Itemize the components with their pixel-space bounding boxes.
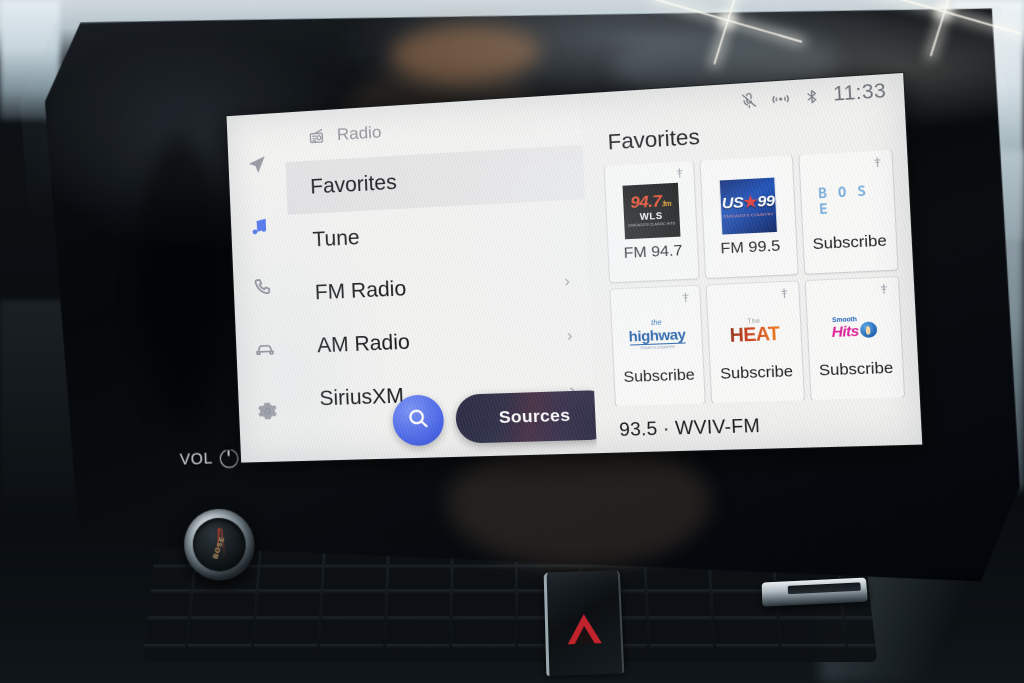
menu-item-label: Tune — [312, 225, 361, 251]
logo-fm-suffix: .fm — [661, 201, 672, 209]
infotainment-screen[interactable]: Radio Favorites Tune FM Radio › AM Radio… — [226, 72, 923, 463]
menu-item-label: FM Radio — [314, 276, 407, 304]
gear-icon — [256, 400, 279, 423]
pin-icon[interactable] — [870, 156, 884, 169]
power-icon[interactable] — [219, 448, 239, 469]
station-logo: 94.7.fm WLS CHICAGO'S CLASSIC HITS — [622, 182, 681, 240]
volume-text: VOL — [179, 450, 214, 468]
search-button[interactable] — [391, 394, 445, 447]
logo-tagline: TODAY'S COUNTRY — [639, 345, 676, 351]
radio-icon — [308, 126, 328, 146]
station-logo: B O S E — [817, 172, 877, 230]
sidebar-item-settings[interactable] — [252, 396, 283, 427]
pin-icon[interactable] — [877, 283, 891, 296]
sidebar-item-phone[interactable] — [247, 272, 278, 303]
bottom-dock: Sources — [391, 389, 616, 447]
tile-label: Subscribe — [719, 362, 794, 383]
sidebar-item-navigation[interactable] — [242, 149, 273, 180]
volume-label: VOL — [179, 448, 239, 469]
menu-list: Favorites Tune FM Radio › AM Radio › Sir… — [285, 144, 595, 426]
station-logo: US★99 CHICAGO'S COUNTRY — [718, 177, 778, 235]
car-icon — [254, 338, 277, 361]
sources-label: Sources — [498, 405, 571, 428]
phone-icon — [251, 276, 274, 299]
favorite-tile[interactable]: the highway TODAY'S COUNTRY Subscribe — [610, 285, 706, 407]
navigation-arrow-icon — [246, 153, 268, 176]
menu-item-label: AM Radio — [316, 330, 411, 357]
logo-heat-text: HEAT — [729, 323, 781, 346]
tile-label: FM 99.5 — [720, 237, 781, 258]
favorites-grid: 94.7.fm WLS CHICAGO'S CLASSIC HITS FM 94… — [584, 149, 920, 407]
chevron-right-icon: › — [566, 326, 573, 345]
screenshot-root: VOL BOSE Radio Favorites Tune FM Radio ›… — [0, 0, 1024, 683]
favorite-tile[interactable]: 94.7.fm WLS CHICAGO'S CLASSIC HITS FM 94… — [604, 161, 700, 283]
now-playing-label: 93.5 · WVIV-FM — [618, 414, 761, 440]
logo-frequency: 94.7 — [629, 193, 662, 213]
pin-icon[interactable] — [777, 287, 791, 300]
logo-us: US — [721, 193, 744, 213]
logo-orb-icon — [859, 321, 877, 338]
logo-tagline: CHICAGO'S COUNTRY — [723, 211, 775, 219]
station-logo: Smooth Hits — [824, 299, 885, 356]
menu-item-label: Favorites — [309, 170, 398, 199]
sidebar-item-media[interactable] — [244, 211, 275, 242]
sidebar-item-vehicle[interactable] — [250, 334, 281, 365]
tile-label: Subscribe — [818, 359, 894, 380]
pin-icon[interactable] — [673, 167, 686, 180]
clock: 11:33 — [832, 80, 887, 106]
head-unit: VOL BOSE Radio Favorites Tune FM Radio ›… — [19, 0, 1024, 608]
logo-number: 99 — [756, 192, 775, 211]
music-note-icon — [248, 215, 271, 238]
logo-hits-text: Hits — [831, 322, 860, 341]
menu-header-label: Radio — [336, 122, 382, 145]
logo-highway-text: highway — [628, 326, 686, 346]
station-logo: The HEAT — [725, 303, 784, 360]
microphone-muted-icon — [740, 91, 759, 110]
content-panel: 11:33 Favorites 94.7.fm WLS CHICAGO'S CL… — [580, 72, 923, 454]
logo-star-icon: ★ — [742, 193, 758, 212]
pin-icon[interactable] — [679, 291, 692, 304]
station-logo: the highway TODAY'S COUNTRY — [628, 307, 686, 363]
favorite-tile[interactable]: US★99 CHICAGO'S COUNTRY FM 99.5 — [700, 155, 798, 279]
logo-callsign: WLS — [639, 210, 664, 223]
search-icon — [405, 405, 431, 435]
tile-label: Subscribe — [812, 231, 888, 254]
tile-label: FM 94.7 — [623, 241, 683, 263]
bluetooth-icon — [803, 88, 821, 106]
logo-bose-text: B O S E — [817, 184, 868, 219]
favorite-tile[interactable]: B O S E Subscribe — [799, 149, 898, 274]
chevron-right-icon: › — [563, 272, 571, 290]
broadcast-signal-icon — [770, 88, 792, 109]
tile-label: Subscribe — [623, 366, 696, 387]
favorite-tile[interactable]: Smooth Hits Subscribe — [805, 277, 905, 400]
favorite-tile[interactable]: The HEAT Subscribe — [706, 281, 804, 404]
logo-tagline: CHICAGO'S CLASSIC HITS — [628, 221, 676, 229]
sources-button[interactable]: Sources — [454, 389, 616, 444]
source-menu: Radio Favorites Tune FM Radio › AM Radio… — [283, 93, 616, 462]
